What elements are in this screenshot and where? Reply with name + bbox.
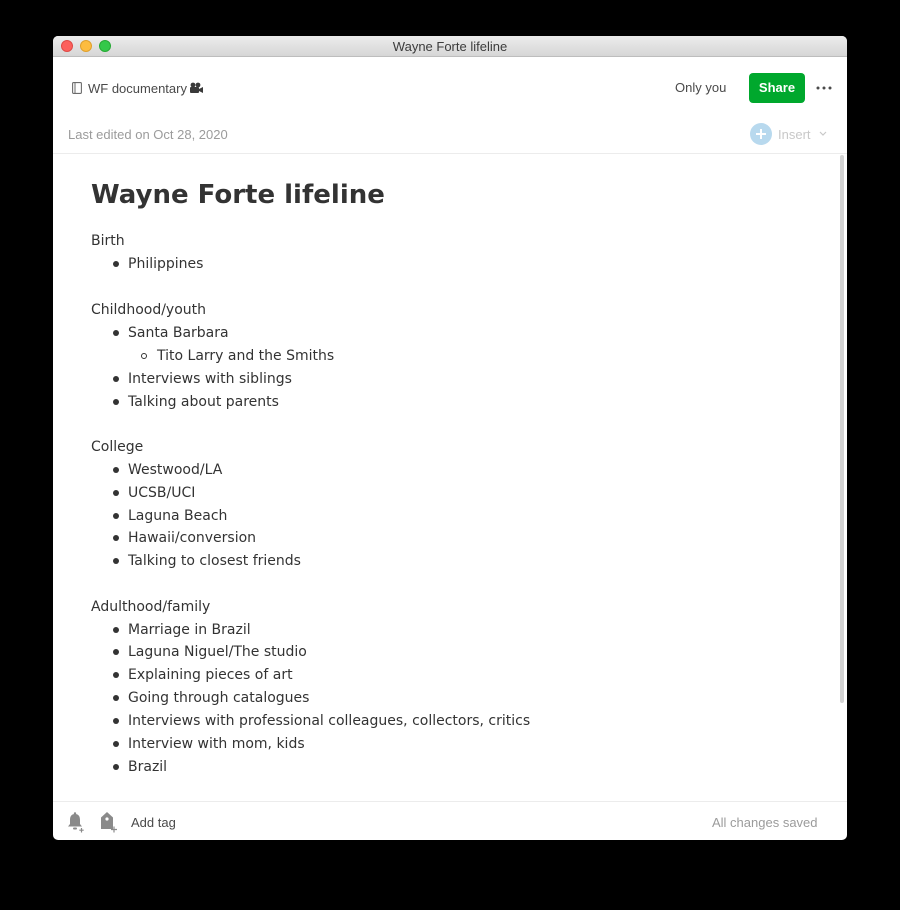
bullet-icon (113, 741, 119, 747)
list-item[interactable]: Westwood/LA (128, 460, 222, 480)
sub-bullet-icon (141, 353, 147, 359)
section-heading-college[interactable]: College (91, 437, 143, 457)
list-item[interactable]: Talking to closest friends (128, 551, 301, 571)
footer-divider (53, 801, 847, 802)
section-heading-adulthood[interactable]: Adulthood/family (91, 597, 210, 617)
bullet-icon (113, 672, 119, 678)
bullet-icon (113, 649, 119, 655)
list-item[interactable]: Going through catalogues (128, 688, 309, 708)
sharing-status-button[interactable]: Only you (675, 80, 726, 95)
bullet-icon (113, 695, 119, 701)
bullet-icon (113, 399, 119, 405)
list-item[interactable]: Philippines (128, 254, 203, 274)
reminder-bell-icon[interactable] (66, 811, 86, 833)
section-heading-birth[interactable]: Birth (91, 231, 125, 251)
bullet-icon (113, 718, 119, 724)
chevron-down-icon (819, 131, 827, 136)
tag-icon[interactable] (98, 811, 118, 833)
header-divider (53, 153, 847, 154)
app-window: Wayne Forte lifeline WF documentary Only… (53, 36, 847, 840)
note-title[interactable]: Wayne Forte lifeline (91, 178, 385, 212)
list-item[interactable]: Hawaii/conversion (128, 528, 256, 548)
movie-camera-icon (190, 82, 203, 93)
last-edited-text: Last edited on Oct 28, 2020 (68, 127, 228, 142)
sub-list-item[interactable]: Tito Larry and the Smiths (157, 346, 334, 366)
share-button[interactable]: Share (749, 73, 805, 103)
bullet-icon (113, 467, 119, 473)
list-item[interactable]: UCSB/UCI (128, 483, 195, 503)
scrollbar[interactable] (840, 155, 844, 703)
notebook-icon[interactable] (72, 82, 82, 94)
bullet-icon (113, 261, 119, 267)
bullet-icon (113, 627, 119, 633)
notebook-name-link[interactable]: WF documentary (88, 81, 187, 96)
bullet-icon (113, 513, 119, 519)
bullet-icon (113, 330, 119, 336)
bullet-icon (113, 558, 119, 564)
save-status-text: All changes saved (712, 815, 818, 830)
insert-label: Insert (778, 127, 811, 142)
list-item[interactable]: Laguna Niguel/The studio (128, 642, 307, 662)
list-item[interactable]: Laguna Beach (128, 506, 227, 526)
list-item[interactable]: Interviews with siblings (128, 369, 292, 389)
list-item[interactable]: Talking about parents (128, 392, 279, 412)
title-bar[interactable]: Wayne Forte lifeline (53, 36, 847, 57)
plus-circle-icon (750, 123, 772, 145)
bullet-icon (113, 764, 119, 770)
bullet-icon (113, 376, 119, 382)
list-item[interactable]: Marriage in Brazil (128, 620, 251, 640)
list-item[interactable]: Interview with mom, kids (128, 734, 305, 754)
list-item[interactable]: Explaining pieces of art (128, 665, 293, 685)
insert-button[interactable]: Insert (750, 123, 830, 145)
bullet-icon (113, 535, 119, 541)
more-options-icon[interactable] (815, 81, 833, 95)
list-item[interactable]: Brazil (128, 757, 167, 777)
window-title: Wayne Forte lifeline (392, 39, 508, 54)
list-item[interactable]: Interviews with professional colleagues,… (128, 711, 530, 731)
bullet-icon (113, 490, 119, 496)
add-tag-button[interactable]: Add tag (131, 815, 176, 830)
list-item[interactable]: Santa Barbara (128, 323, 229, 343)
section-heading-childhood[interactable]: Childhood/youth (91, 300, 206, 320)
